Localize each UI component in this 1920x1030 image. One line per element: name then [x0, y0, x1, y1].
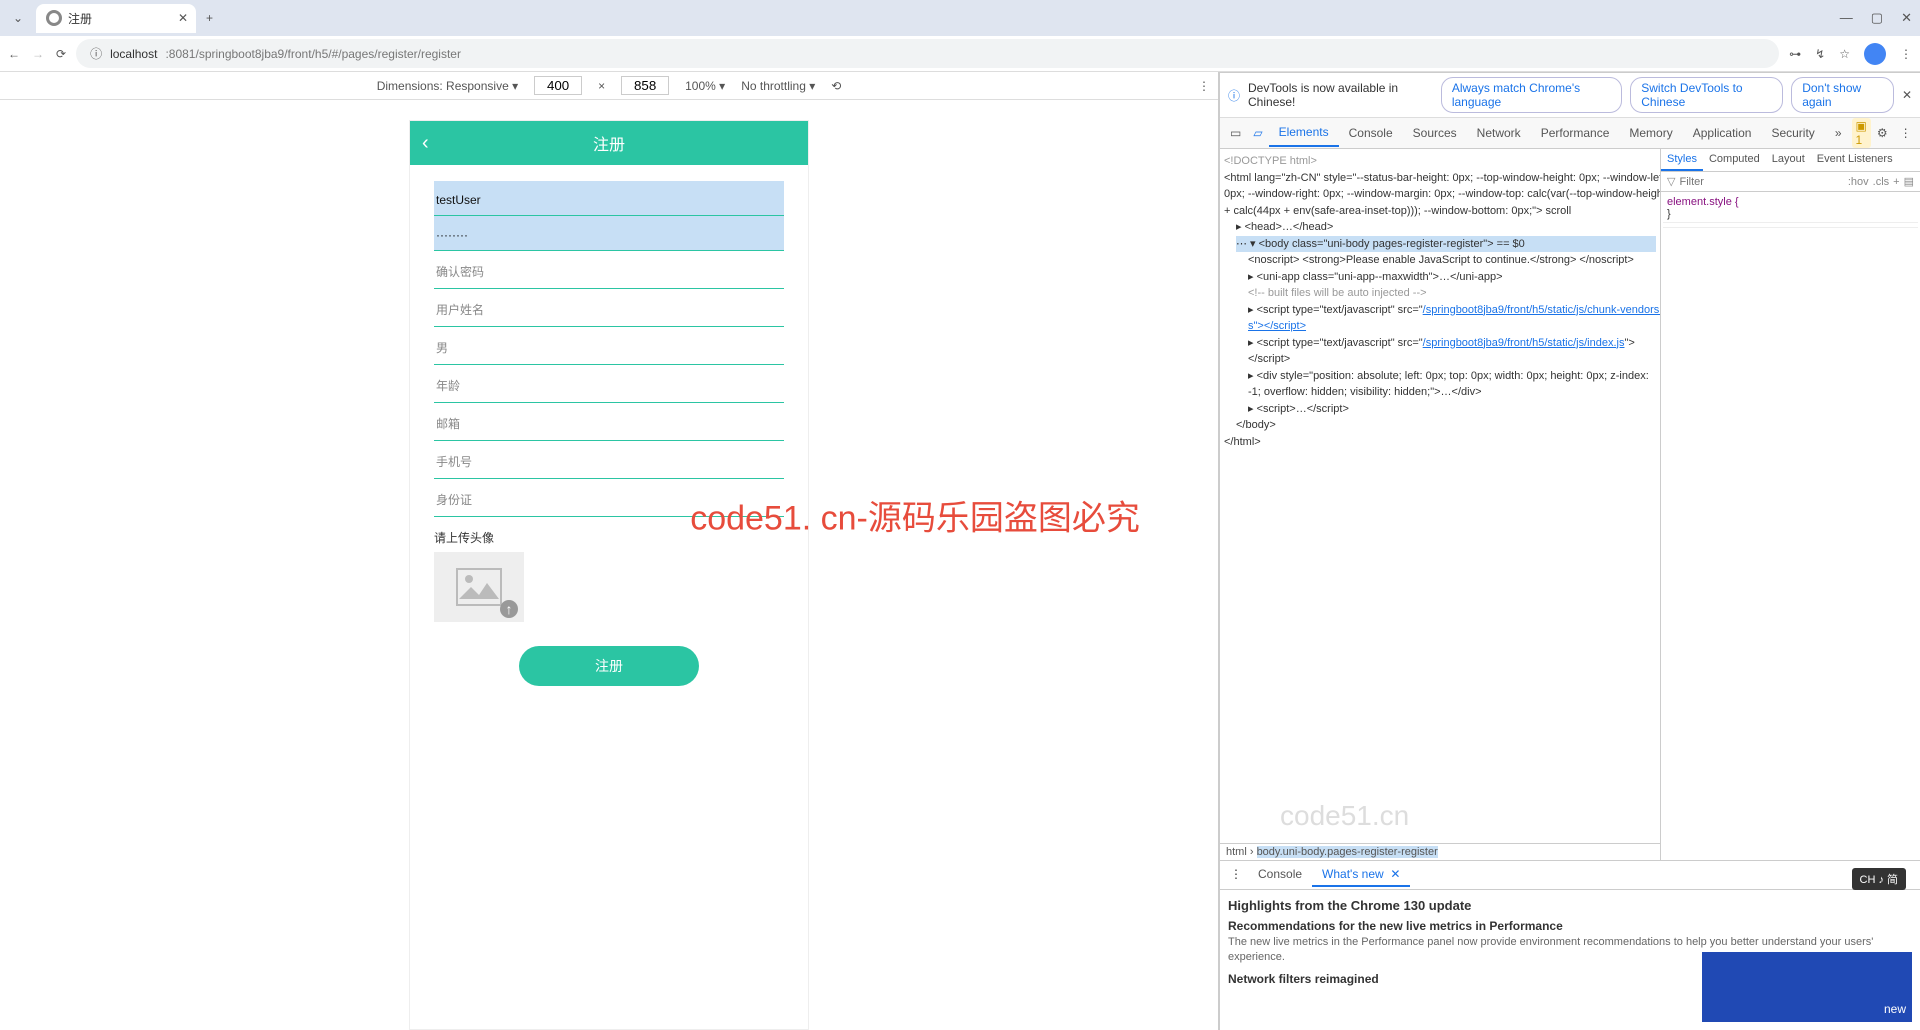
layout-tab[interactable]: Layout: [1766, 149, 1811, 171]
profile-avatar[interactable]: [1864, 43, 1886, 65]
tab-sources[interactable]: Sources: [1403, 120, 1467, 146]
browser-menu-icon[interactable]: ⋮: [1900, 47, 1912, 61]
filter-icon: ▽: [1667, 175, 1675, 188]
recommendation-title: Recommendations for the new live metrics…: [1228, 919, 1912, 933]
event-listeners-tab[interactable]: Event Listeners: [1811, 149, 1899, 171]
browser-tab[interactable]: 注册 ✕: [36, 4, 196, 33]
device-width-input[interactable]: [534, 76, 582, 95]
password-field[interactable]: ········: [434, 216, 784, 251]
computed-tab[interactable]: Computed: [1703, 149, 1766, 171]
url-path: :8081/springboot8jba9/front/h5/#/pages/r…: [165, 47, 461, 61]
device-more-icon[interactable]: ⋮: [1198, 79, 1210, 93]
close-window-button[interactable]: ✕: [1901, 10, 1912, 26]
tab-memory[interactable]: Memory: [1619, 120, 1682, 146]
tab-security[interactable]: Security: [1761, 120, 1824, 146]
throttling-select[interactable]: No throttling ▾: [741, 79, 815, 93]
forward-button[interactable]: →: [32, 47, 44, 61]
bookmark-icon[interactable]: ☆: [1839, 47, 1850, 61]
tab-console[interactable]: Console: [1339, 120, 1403, 146]
browser-titlebar: ⌄ 注册 ✕ + — ▢ ✕: [0, 0, 1920, 36]
reload-button[interactable]: ⟳: [56, 47, 66, 61]
hov-button[interactable]: :hov: [1848, 176, 1869, 188]
devtools-language-banner: ⓘ DevTools is now available in Chinese! …: [1220, 73, 1920, 118]
banner-text: DevTools is now available in Chinese!: [1248, 81, 1425, 109]
password-icon[interactable]: ⊶: [1789, 47, 1801, 61]
drawer-tab-console[interactable]: Console: [1248, 863, 1312, 887]
device-height-input[interactable]: [621, 76, 669, 95]
tab-network[interactable]: Network: [1467, 120, 1531, 146]
new-rule-icon[interactable]: +: [1893, 176, 1899, 188]
rotate-icon[interactable]: ⟲: [831, 79, 841, 93]
user-name-field[interactable]: 用户姓名: [434, 289, 784, 327]
device-toggle-icon[interactable]: ▱: [1247, 122, 1268, 144]
tab-elements[interactable]: Elements: [1269, 119, 1339, 147]
page-header: ‹ 注册: [410, 121, 808, 165]
switch-chinese-button[interactable]: Switch DevTools to Chinese: [1630, 77, 1783, 113]
register-button[interactable]: 注册: [519, 646, 699, 686]
site-info-icon[interactable]: ⓘ: [90, 45, 102, 62]
close-tab-icon[interactable]: ✕: [178, 11, 188, 25]
styles-tab[interactable]: Styles: [1661, 149, 1703, 171]
ime-indicator[interactable]: CH ♪ 简: [1852, 868, 1907, 890]
styles-rules[interactable]: element.style {}</span><span class="sel2…: [1661, 192, 1920, 860]
email-field[interactable]: 邮箱: [434, 403, 784, 441]
back-icon[interactable]: ‹: [422, 132, 429, 155]
zoom-select[interactable]: 100% ▾: [685, 79, 725, 93]
promo-video[interactable]: new: [1702, 952, 1912, 1022]
upload-plus-icon: ↑: [500, 600, 518, 618]
image-placeholder-icon: [454, 567, 504, 607]
dimensions-select[interactable]: Dimensions: Responsive ▾: [377, 79, 518, 93]
inspect-icon[interactable]: ▭: [1224, 122, 1247, 144]
maximize-button[interactable]: ▢: [1871, 10, 1883, 26]
age-field[interactable]: 年龄: [434, 365, 784, 403]
drawer-menu-icon[interactable]: ⋮: [1224, 863, 1248, 887]
styles-filter-input[interactable]: [1679, 176, 1843, 188]
upload-label: 请上传头像: [434, 529, 784, 546]
confirm-password-field[interactable]: 确认密码: [434, 251, 784, 289]
info-icon: ⓘ: [1228, 87, 1240, 104]
minimize-button[interactable]: —: [1840, 10, 1853, 26]
styles-more-icon[interactable]: ▤: [1904, 175, 1914, 188]
url-input[interactable]: ⓘ localhost :8081/springboot8jba9/front/h…: [76, 39, 1779, 68]
issues-badge[interactable]: ▣ 1: [1852, 118, 1871, 148]
page-title: 注册: [593, 131, 625, 155]
username-field[interactable]: testUser: [434, 181, 784, 216]
address-bar: ← → ⟳ ⓘ localhost :8081/springboot8jba9/f…: [0, 36, 1920, 72]
dom-tree[interactable]: <!DOCTYPE html><html lang="zh-CN" style=…: [1220, 149, 1660, 843]
cls-button[interactable]: .cls: [1873, 176, 1890, 188]
phone-field[interactable]: 手机号: [434, 441, 784, 479]
drawer-tab-whatsnew[interactable]: What's new ✕: [1312, 863, 1410, 887]
tab-application[interactable]: Application: [1683, 120, 1762, 146]
devtools-tabs: ▭ ▱ Elements Console Sources Network Per…: [1220, 118, 1920, 149]
tab-search-icon[interactable]: ⌄: [8, 11, 28, 25]
drawer-headline: Highlights from the Chrome 130 update: [1228, 898, 1912, 913]
devtools-menu-icon[interactable]: ⋮: [1894, 122, 1918, 144]
dont-show-button[interactable]: Don't show again: [1791, 77, 1894, 113]
breadcrumbs[interactable]: html › body.uni-body.pages-register-regi…: [1220, 843, 1660, 860]
tabs-overflow-icon[interactable]: »: [1825, 120, 1852, 146]
gender-field[interactable]: 男: [434, 327, 784, 365]
idcard-field[interactable]: 身份证: [434, 479, 784, 517]
avatar-upload[interactable]: ↑: [434, 552, 524, 622]
match-language-button[interactable]: Always match Chrome's language: [1441, 77, 1622, 113]
extension-icon[interactable]: ↯: [1815, 47, 1825, 61]
settings-icon[interactable]: ⚙: [1871, 122, 1894, 144]
url-host: localhost: [110, 47, 157, 61]
new-tab-button[interactable]: +: [206, 11, 213, 25]
devtools-drawer: ⋮ Console What's new ✕ Highlights from t…: [1220, 860, 1920, 1030]
banner-close-icon[interactable]: ✕: [1902, 88, 1912, 102]
tab-title: 注册: [68, 10, 92, 27]
back-button[interactable]: ←: [8, 47, 20, 61]
tab-performance[interactable]: Performance: [1531, 120, 1620, 146]
favicon-icon: [46, 10, 62, 26]
emulated-device: ‹ 注册 testUser ········ 确认密码 用户姓名 男 年龄 邮箱…: [409, 120, 809, 1030]
device-toolbar: Dimensions: Responsive ▾ × 100% ▾ No thr…: [0, 72, 1218, 100]
